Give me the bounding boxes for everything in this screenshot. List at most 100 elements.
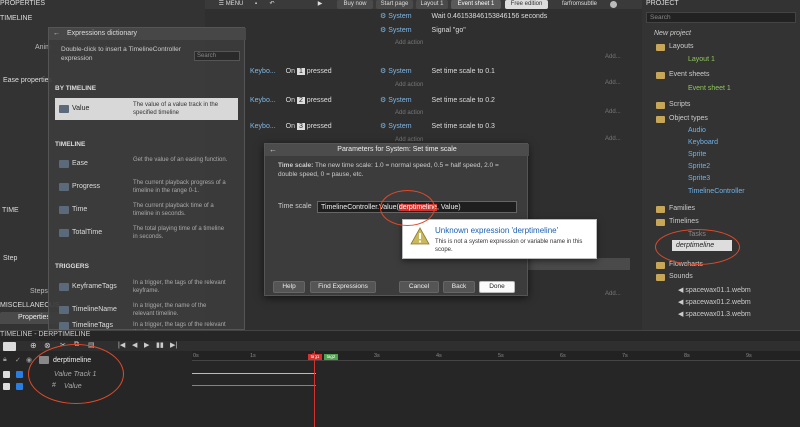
marker-tag[interactable]: tag2 bbox=[324, 354, 338, 360]
project-panel: PROJECT Search New project Layouts Layou… bbox=[642, 0, 800, 330]
action-row[interactable]: ⚙ System Set time scale to 0.2 bbox=[380, 94, 495, 108]
action-row[interactable]: ⚙ System Set time scale to 0.1 bbox=[380, 65, 495, 79]
done-button[interactable]: Done bbox=[479, 281, 515, 293]
expression-icon bbox=[59, 183, 69, 191]
menu-button[interactable]: ☰ MENU bbox=[215, 0, 247, 9]
tree-object-item[interactable]: Sprite3 bbox=[688, 175, 710, 182]
playhead[interactable] bbox=[314, 351, 315, 427]
condition-object: Keybo... bbox=[250, 123, 276, 130]
add-link-short[interactable]: Add... bbox=[605, 136, 621, 142]
avatar[interactable] bbox=[610, 1, 617, 8]
item-name: TimelineName bbox=[72, 306, 117, 313]
back-arrow-icon[interactable]: ← bbox=[53, 30, 60, 37]
project-search-input[interactable]: Search bbox=[646, 12, 796, 23]
tree-event-sheet-item[interactable]: Event sheet 1 bbox=[688, 85, 731, 92]
tree-layouts[interactable]: Layouts bbox=[669, 43, 694, 50]
tree-layout-item[interactable]: Layout 1 bbox=[688, 56, 715, 63]
dictionary-item[interactable]: Progress The current playback progress o… bbox=[55, 178, 238, 196]
back-button[interactable]: Back bbox=[443, 281, 475, 293]
pencil-icon[interactable] bbox=[3, 342, 16, 351]
timeline-toolbar: ⊕ ⊗ ✂ ⧉ ▤ |◀ ◀ ▶ ▮▮ ▶| bbox=[0, 341, 800, 351]
timeline-section[interactable]: TIMELINE bbox=[0, 15, 32, 22]
folder-icon bbox=[656, 262, 665, 269]
dictionary-item[interactable]: Ease Get the value of an easing function… bbox=[55, 155, 238, 173]
dictionary-search-input[interactable]: Search bbox=[194, 51, 240, 61]
key-badge: 3 bbox=[296, 123, 305, 130]
sound-item[interactable]: ◀ spacewax01.2.webm bbox=[678, 298, 751, 306]
tree-sounds[interactable]: Sounds bbox=[669, 273, 693, 280]
ease-section[interactable]: Ease properties bbox=[3, 77, 52, 84]
dictionary-item[interactable]: TimelineName In a trigger, the name of t… bbox=[55, 301, 238, 319]
undo-icon[interactable]: ↶ bbox=[267, 0, 277, 9]
tree-object-item[interactable]: Sprite2 bbox=[688, 163, 710, 170]
add-link-short[interactable]: Add... bbox=[605, 109, 621, 115]
add-icon[interactable]: ⊕ bbox=[30, 341, 37, 350]
play-icon[interactable]: ▶ bbox=[315, 0, 325, 9]
dictionary-item-selected[interactable]: Value The value of a value track in the … bbox=[55, 98, 238, 120]
event-condition[interactable]: Keybo... On 1 pressed bbox=[250, 65, 332, 79]
property-bar[interactable] bbox=[192, 385, 316, 386]
time-section[interactable]: TIME bbox=[2, 207, 19, 214]
cancel-button[interactable]: Cancel bbox=[399, 281, 439, 293]
add-action-link[interactable]: Add action bbox=[395, 40, 423, 46]
username[interactable]: farfromsubtle bbox=[552, 0, 607, 9]
annotation-circle bbox=[655, 229, 740, 265]
dictionary-item[interactable]: KeyframeTags In a trigger, the tags of t… bbox=[55, 278, 238, 296]
skip-back-icon[interactable]: |◀ bbox=[118, 341, 125, 349]
step-back-icon[interactable]: ◀ bbox=[132, 341, 137, 349]
add-link-short[interactable]: Add... bbox=[605, 80, 621, 86]
tab-layout[interactable]: Layout 1 bbox=[416, 0, 448, 9]
tree-timelines[interactable]: Timelines bbox=[669, 218, 699, 225]
item-name: TimelineTags bbox=[72, 322, 113, 329]
marker-tag[interactable]: tag1 bbox=[308, 354, 322, 360]
action-row[interactable]: ⚙ System Wait 0.46153846153846156 second… bbox=[380, 10, 547, 24]
back-arrow-icon[interactable]: ← bbox=[269, 145, 277, 154]
tree-event-sheets[interactable]: Event sheets bbox=[669, 71, 709, 78]
add-action-link[interactable]: Add action bbox=[395, 82, 423, 88]
sound-item[interactable]: ◀ spacewax01.3.webm bbox=[678, 310, 751, 318]
track-bar[interactable] bbox=[192, 373, 316, 374]
tree-object-item[interactable]: Sprite bbox=[688, 151, 706, 158]
find-expressions-button[interactable]: Find Expressions bbox=[310, 281, 376, 293]
tab-event-sheet[interactable]: Event sheet 1 bbox=[451, 0, 501, 9]
tick-label: 0s bbox=[193, 353, 199, 359]
save-icon[interactable]: ▪ bbox=[251, 0, 261, 9]
tree-families[interactable]: Families bbox=[669, 205, 695, 212]
time-ruler[interactable] bbox=[192, 351, 800, 361]
lock-icon[interactable]: 🔒︎ bbox=[3, 356, 7, 364]
tree-scripts[interactable]: Scripts bbox=[669, 101, 690, 108]
skip-forward-icon[interactable]: ▶| bbox=[170, 341, 177, 349]
project-root[interactable]: New project bbox=[654, 30, 691, 37]
dictionary-item[interactable]: TotalTime The total playing time of a ti… bbox=[55, 224, 238, 242]
play-icon[interactable]: ▶ bbox=[144, 341, 149, 349]
action-row[interactable]: ⚙ System Set time scale to 0.3 bbox=[380, 120, 495, 134]
add-link-short[interactable]: Add... bbox=[605, 54, 621, 60]
tree-object-item[interactable]: TimelineController bbox=[688, 188, 745, 195]
event-condition[interactable]: Keybo... On 3 pressed bbox=[250, 120, 332, 134]
help-button[interactable]: Help bbox=[273, 281, 305, 293]
event-condition[interactable]: Keybo... On 2 pressed bbox=[250, 94, 332, 108]
tree-object-types[interactable]: Object types bbox=[669, 115, 708, 122]
add-action-link[interactable]: Add action bbox=[395, 110, 423, 116]
pause-icon[interactable]: ▮▮ bbox=[156, 341, 164, 349]
action-text: Set time scale to 0.2 bbox=[431, 97, 495, 104]
step-section[interactable]: Step bbox=[3, 255, 17, 262]
gear-icon: ⚙ bbox=[380, 97, 389, 104]
track-visible-checkbox[interactable] bbox=[16, 371, 23, 378]
dictionary-item[interactable]: Time The current playback time of a time… bbox=[55, 201, 238, 219]
tab-start-page[interactable]: Start page bbox=[376, 0, 413, 9]
tree-object-item[interactable]: Audio bbox=[688, 127, 706, 134]
action-text: Set time scale to 0.3 bbox=[431, 123, 495, 130]
folder-icon bbox=[656, 116, 665, 123]
action-object: System bbox=[388, 68, 412, 75]
gear-icon: ⚙ bbox=[380, 13, 389, 20]
check-icon[interactable]: ✓ bbox=[15, 356, 21, 364]
buy-now-button[interactable]: Buy now bbox=[337, 0, 373, 9]
add-link-short[interactable]: Add... bbox=[605, 291, 621, 297]
tree-object-item[interactable]: Keyboard bbox=[688, 139, 718, 146]
action-row[interactable]: ⚙ System Signal "go" bbox=[380, 24, 466, 38]
sound-item[interactable]: ◀ spacewax01.1.webm bbox=[678, 286, 751, 294]
track-enable-checkbox[interactable] bbox=[3, 371, 10, 378]
property-enable-checkbox[interactable] bbox=[3, 383, 10, 390]
property-visible-checkbox[interactable] bbox=[16, 383, 23, 390]
